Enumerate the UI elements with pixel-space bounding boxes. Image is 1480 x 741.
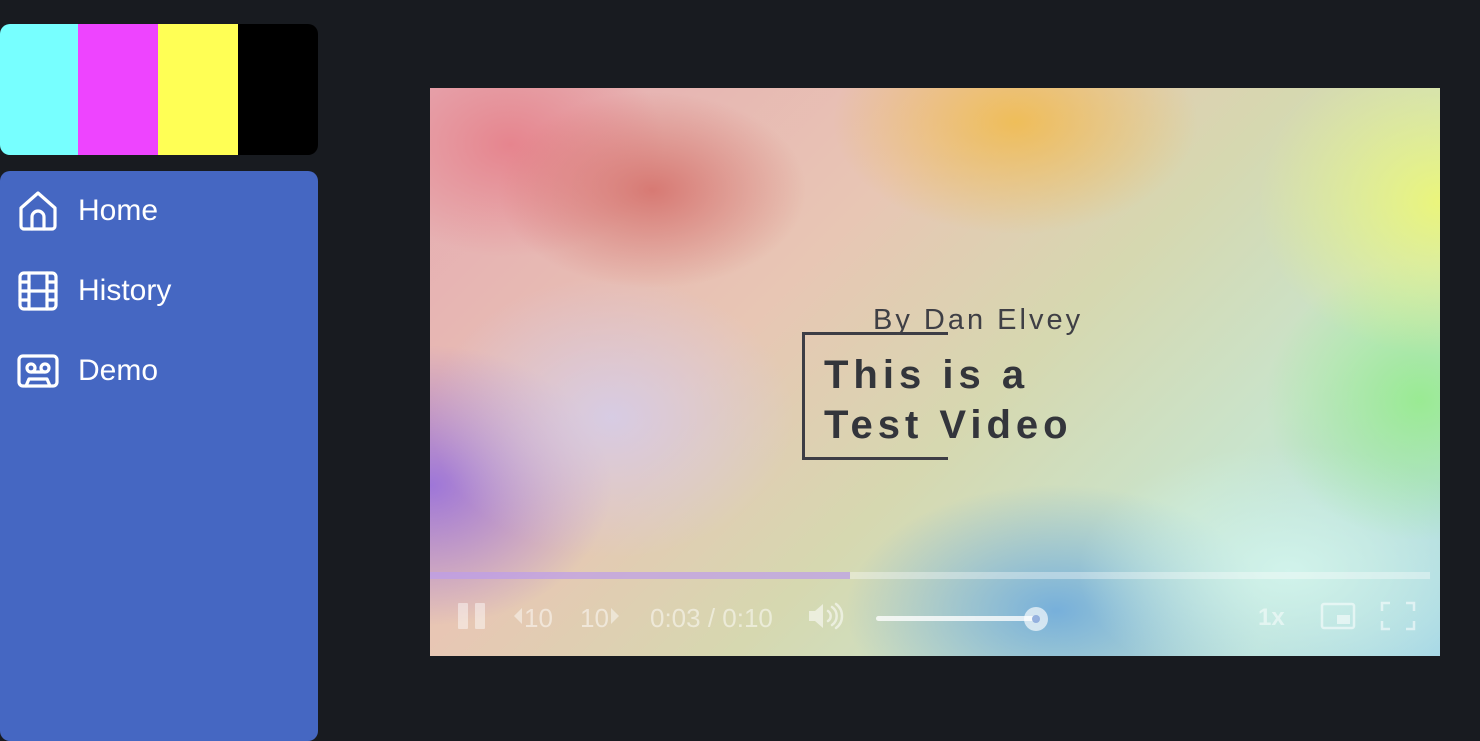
film-icon: [16, 269, 60, 313]
cassette-icon: [16, 349, 60, 393]
playback-speed-button[interactable]: 1x: [1258, 598, 1285, 638]
sidebar-item-demo[interactable]: Demo: [0, 348, 318, 394]
volume-slider[interactable]: [876, 616, 1038, 621]
headline-line-2: Test Video: [824, 403, 1073, 447]
video-headline: This is a Test Video: [824, 350, 1073, 450]
video-controls: 10 10 0:03 / 0:10 1x: [430, 598, 1440, 638]
progress-played: [430, 572, 850, 579]
logo-bar-yellow: [158, 24, 238, 155]
volume-fill: [876, 616, 1038, 621]
mute-button[interactable]: [806, 598, 844, 638]
sidebar-item-label: History: [78, 274, 172, 307]
headline-line-1: This is a: [824, 353, 1030, 397]
pause-icon: [456, 600, 488, 637]
logo-bar-cyan: [0, 24, 78, 155]
sidebar-item-label: Home: [78, 194, 159, 227]
video-byline: By Dan Elvey: [873, 304, 1084, 336]
forward-10-button[interactable]: 10: [580, 598, 621, 638]
sidebar-item-home[interactable]: Home: [0, 188, 318, 234]
volume-handle-dot: [1032, 615, 1040, 623]
volume-slider-handle[interactable]: [1024, 607, 1048, 631]
forward-label: 10: [580, 602, 609, 633]
volume-icon: [806, 601, 844, 636]
sidebar: Home History Demo: [0, 171, 318, 741]
rewind-icon: [512, 606, 524, 631]
fullscreen-button[interactable]: [1380, 598, 1416, 638]
home-icon: [16, 189, 60, 233]
app-logo: [0, 24, 318, 155]
sidebar-item-label: Demo: [78, 354, 159, 387]
fullscreen-icon: [1380, 601, 1416, 636]
forward-icon: [609, 606, 621, 631]
picture-in-picture-button[interactable]: [1320, 598, 1356, 638]
playback-speed-label: 1x: [1258, 604, 1285, 631]
sidebar-item-history[interactable]: History: [0, 268, 318, 314]
rewind-10-button[interactable]: 10: [512, 598, 553, 638]
rewind-label: 10: [524, 602, 553, 633]
video-player[interactable]: By Dan Elvey This is a Test Video 10 10: [430, 88, 1440, 656]
logo-bar-magenta: [78, 24, 158, 155]
time-display: 0:03 / 0:10: [650, 598, 773, 638]
picture-in-picture-icon: [1320, 602, 1356, 635]
progress-bar[interactable]: [430, 572, 1430, 579]
pause-button[interactable]: [456, 598, 488, 638]
time-display-text: 0:03 / 0:10: [650, 602, 773, 633]
logo-bar-black: [238, 24, 318, 155]
